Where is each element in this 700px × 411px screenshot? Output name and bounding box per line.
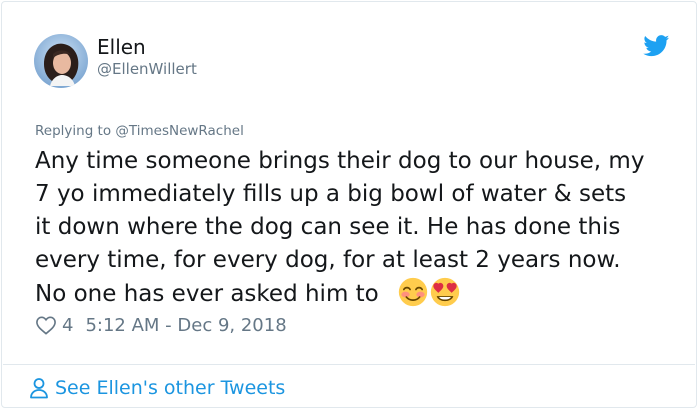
like-count[interactable]: 4 xyxy=(62,315,73,336)
tweet-last-line: No one has ever asked him to xyxy=(35,277,685,311)
tweet-line: No one has ever asked him to xyxy=(35,281,379,307)
see-more-link[interactable]: See Ellen's other Tweets xyxy=(29,375,285,401)
person-icon xyxy=(30,378,48,399)
tweet-date[interactable]: Dec 9, 2018 xyxy=(177,315,286,336)
heart-icon[interactable] xyxy=(35,315,57,335)
tweet-text: Any time someone brings their dog to our… xyxy=(35,145,685,311)
divider xyxy=(3,364,695,365)
tweet-card: Ellen @EllenWillert Replying to @TimesNe… xyxy=(1,1,697,408)
tweet-line: 7 yo immediately fills up a big bowl of … xyxy=(35,181,627,207)
author-name[interactable]: Ellen xyxy=(97,35,146,59)
tweet-line: it down where the dog can see it. He has… xyxy=(35,214,621,240)
avatar[interactable] xyxy=(34,34,88,88)
smiling-face-with-heart-eyes-icon xyxy=(430,277,460,307)
tweet-time[interactable]: 5:12 AM xyxy=(85,315,159,336)
reply-target[interactable]: @TimesNewRachel xyxy=(115,123,243,139)
tweet-line: Any time someone brings their dog to our… xyxy=(35,148,645,174)
smiling-face-with-smiling-eyes-icon xyxy=(398,277,428,307)
author-handle[interactable]: @EllenWillert xyxy=(97,60,197,78)
reply-context: Replying to @TimesNewRachel xyxy=(35,123,244,139)
tweet-line: every time, for every dog, for at least … xyxy=(35,247,621,273)
reply-prefix: Replying to xyxy=(35,123,116,139)
meta-separator: - xyxy=(159,314,178,336)
see-more-label[interactable]: See Ellen's other Tweets xyxy=(55,377,285,399)
tweet-meta: 4 5:12 AM - Dec 9, 2018 xyxy=(35,313,287,337)
twitter-bird-icon[interactable] xyxy=(643,35,670,57)
